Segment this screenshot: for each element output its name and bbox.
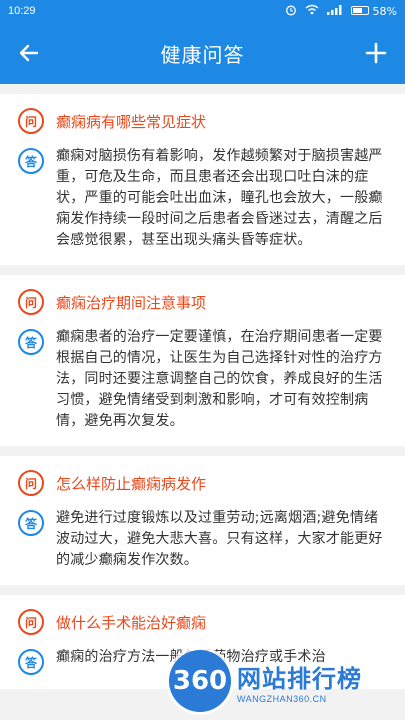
- question-badge: 问: [18, 609, 44, 635]
- qa-list[interactable]: 问 癫痫病有哪些常见症状 答 癫痫对脑损伤有着影响，发作越频繁对于脑损害越严重，…: [0, 84, 405, 720]
- add-button[interactable]: [361, 38, 391, 68]
- question-text: 怎么样防止癫痫病发作: [56, 474, 207, 493]
- question-row: 问 癫痫治疗期间注意事项: [18, 289, 387, 315]
- battery-icon: [351, 5, 370, 15]
- wifi-icon: [305, 4, 319, 18]
- answer-badge: 答: [18, 510, 44, 536]
- answer-text: 避免进行过度锻炼以及过重劳动;远离烟酒;避免情绪波动过大，避免大悲大喜。只有这样…: [56, 510, 383, 568]
- plus-icon: [365, 42, 387, 64]
- answer-badge: 答: [18, 329, 44, 355]
- back-button[interactable]: [14, 38, 44, 68]
- question-badge: 问: [18, 108, 44, 134]
- question-row: 问 做什么手术能治好癫痫: [18, 609, 387, 635]
- qa-card[interactable]: 问 癫痫治疗期间注意事项 答 癫痫患者的治疗一定要谨慎，在治疗期间患者一定要根据…: [0, 275, 405, 446]
- answer-text: 癫痫对脑损伤有着影响，发作越频繁对于脑损害越严重，可危及生命，而且患者还会出现口…: [56, 148, 383, 248]
- answer-row: 答 癫痫对脑损伤有着影响，发作越频繁对于脑损害越严重，可危及生命，而且患者还会出…: [18, 146, 387, 251]
- app-bar: 健康问答: [0, 22, 405, 84]
- question-badge: 问: [18, 470, 44, 496]
- status-bar: 10:29 58%: [0, 0, 405, 22]
- qa-card[interactable]: 问 做什么手术能治好癫痫 答 癫痫的治疗方法一般包括药物治疗或手术治: [0, 595, 405, 689]
- answer-row: 答 癫痫患者的治疗一定要谨慎，在治疗期间患者一定要根据自己的情况，让医生为自己选…: [18, 327, 387, 432]
- battery-percent: 58%: [372, 4, 397, 18]
- answer-row: 答 癫痫的治疗方法一般包括药物治疗或手术治: [18, 647, 387, 675]
- question-row: 问 怎么样防止癫痫病发作: [18, 470, 387, 496]
- status-icons: 58%: [285, 4, 397, 19]
- arrow-left-icon: [19, 44, 39, 62]
- question-text: 做什么手术能治好癫痫: [56, 613, 207, 632]
- answer-badge: 答: [18, 148, 44, 174]
- answer-badge: 答: [18, 649, 44, 675]
- battery-indicator: 58%: [351, 5, 397, 18]
- answer-text: 癫痫的治疗方法一般包括药物治疗或手术治: [56, 649, 326, 665]
- status-time: 10:29: [8, 5, 36, 17]
- question-badge: 问: [18, 289, 44, 315]
- question-text: 癫痫治疗期间注意事项: [56, 293, 207, 312]
- question-row: 问 癫痫病有哪些常见症状: [18, 108, 387, 134]
- alarm-icon: [285, 4, 297, 19]
- page-title: 健康问答: [160, 42, 245, 67]
- question-text: 癫痫病有哪些常见症状: [56, 112, 207, 131]
- answer-text: 癫痫患者的治疗一定要谨慎，在治疗期间患者一定要根据自己的情况，让医生为自己选择针…: [56, 329, 383, 429]
- answer-row: 答 避免进行过度锻炼以及过重劳动;远离烟酒;避免情绪波动过大，避免大悲大喜。只有…: [18, 508, 387, 571]
- qa-card[interactable]: 问 怎么样防止癫痫病发作 答 避免进行过度锻炼以及过重劳动;远离烟酒;避免情绪波…: [0, 456, 405, 585]
- qa-card[interactable]: 问 癫痫病有哪些常见症状 答 癫痫对脑损伤有着影响，发作越频繁对于脑损害越严重，…: [0, 94, 405, 265]
- signal-icon: [327, 4, 343, 18]
